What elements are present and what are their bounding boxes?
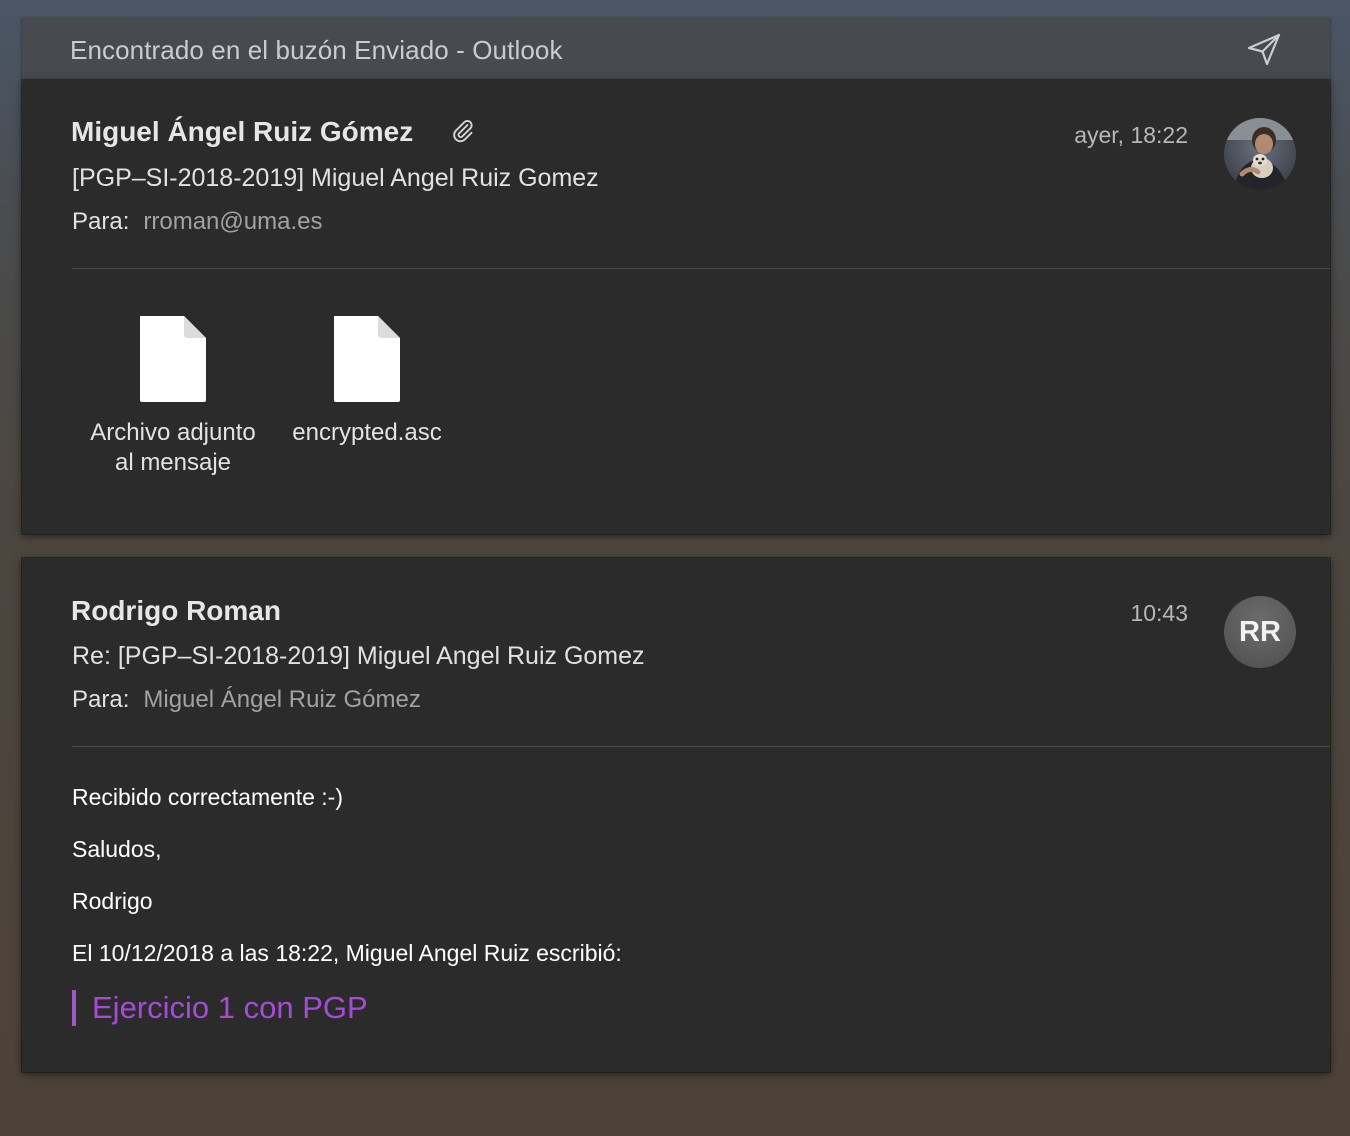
body-text: Rodrigo: [72, 888, 153, 914]
message-time: 10:43: [1130, 600, 1188, 626]
divider: [72, 268, 1330, 269]
attachment-name-line2: al mensaje: [114, 449, 232, 476]
attachment-name: Archivo adjunto al mensaje: [80, 418, 266, 478]
to-label: Para:: [72, 208, 130, 235]
message-time: ayer, 18:22: [1074, 122, 1188, 148]
avatar[interactable]: [1224, 118, 1296, 190]
avatar[interactable]: RR: [1224, 596, 1296, 668]
message-card[interactable]: Rodrigo Roman 10:43 RR Re: [PGP–SI-2018-…: [22, 558, 1330, 1072]
message-card[interactable]: Miguel Ángel Ruiz Gómez ayer, 18:22 [PGP…: [22, 80, 1330, 534]
body-text: El 10/12/2018 a las 18:22, Miguel Angel …: [72, 940, 622, 966]
message-subject: Re: [PGP–SI-2018-2019] Miguel Angel Ruiz…: [72, 642, 645, 670]
attachment-item[interactable]: encrypted.asc: [282, 314, 452, 448]
recipient[interactable]: Miguel Ángel Ruiz Gómez: [143, 686, 420, 713]
sender-name[interactable]: Miguel Ángel Ruiz Gómez: [71, 116, 413, 148]
paperclip-icon: [453, 120, 473, 143]
quoted-text: Ejercicio 1 con PGP: [72, 990, 368, 1026]
window-title: Encontrado en el buzón Enviado - Outlook: [70, 35, 563, 65]
to-label: Para:: [72, 686, 130, 713]
recipient[interactable]: rroman@uma.es: [143, 208, 322, 235]
divider: [72, 746, 1330, 747]
file-icon: [334, 316, 400, 402]
window-header: Encontrado en el buzón Enviado - Outlook: [22, 18, 1330, 80]
recipient-line: Para: rroman@uma.es: [72, 208, 322, 236]
profile-photo-icon: [1224, 118, 1296, 190]
file-icon: [140, 316, 206, 402]
body-text: Recibido correctamente :-): [72, 784, 343, 810]
sender-name[interactable]: Rodrigo Roman: [71, 595, 281, 627]
attachment-name: encrypted.asc: [292, 419, 442, 446]
attachment-name-line1: Archivo adjunto: [90, 419, 256, 446]
paper-plane-icon[interactable]: [1246, 31, 1282, 67]
message-subject: [PGP–SI-2018-2019] Miguel Angel Ruiz Gom…: [72, 164, 599, 192]
body-text: Saludos,: [72, 836, 162, 862]
attachment-item[interactable]: Archivo adjunto al mensaje: [80, 314, 266, 478]
recipient-line: Para: Miguel Ángel Ruiz Gómez: [72, 686, 421, 714]
